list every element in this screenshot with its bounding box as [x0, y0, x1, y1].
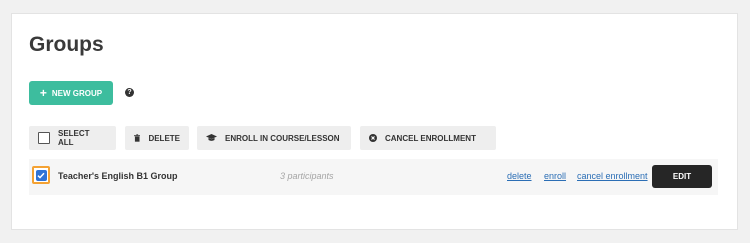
graduation-cap-icon: [206, 134, 217, 141]
help-icon[interactable]: ?: [125, 88, 134, 97]
select-all-label: SELECT ALL: [57, 129, 90, 147]
new-group-label: NEW GROUP: [51, 88, 103, 98]
row-checkbox[interactable]: [32, 166, 50, 184]
plus-icon: +: [39, 86, 47, 100]
trash-icon: [134, 134, 141, 142]
edit-button[interactable]: EDIT: [652, 165, 712, 188]
group-name: Teacher's English B1 Group: [58, 171, 178, 181]
enroll-label: ENROLL IN COURSE/LESSON: [225, 133, 340, 143]
page-title: Groups: [29, 33, 104, 56]
participants-count: 3 participants: [280, 171, 334, 181]
groups-card: Groups + NEW GROUP ? SELECT ALL DELETE E…: [11, 13, 738, 230]
checkmark-icon: [35, 169, 47, 181]
delete-link[interactable]: delete: [507, 171, 532, 181]
cancel-circle-icon: [369, 134, 377, 142]
delete-label: DELETE: [148, 133, 180, 143]
new-group-button[interactable]: + NEW GROUP: [29, 81, 113, 105]
delete-button[interactable]: DELETE: [125, 126, 189, 150]
cancel-enrollment-link[interactable]: cancel enrollment: [577, 171, 648, 181]
cancel-enrollment-button[interactable]: CANCEL ENROLLMENT: [360, 126, 496, 150]
cancel-enrollment-label: CANCEL ENROLLMENT: [385, 133, 476, 143]
enroll-link[interactable]: enroll: [544, 171, 566, 181]
select-all-button[interactable]: SELECT ALL: [29, 126, 116, 150]
group-row: Teacher's English B1 Group 3 participant…: [29, 159, 718, 195]
checkbox-icon: [38, 132, 50, 144]
enroll-button[interactable]: ENROLL IN COURSE/LESSON: [197, 126, 351, 150]
